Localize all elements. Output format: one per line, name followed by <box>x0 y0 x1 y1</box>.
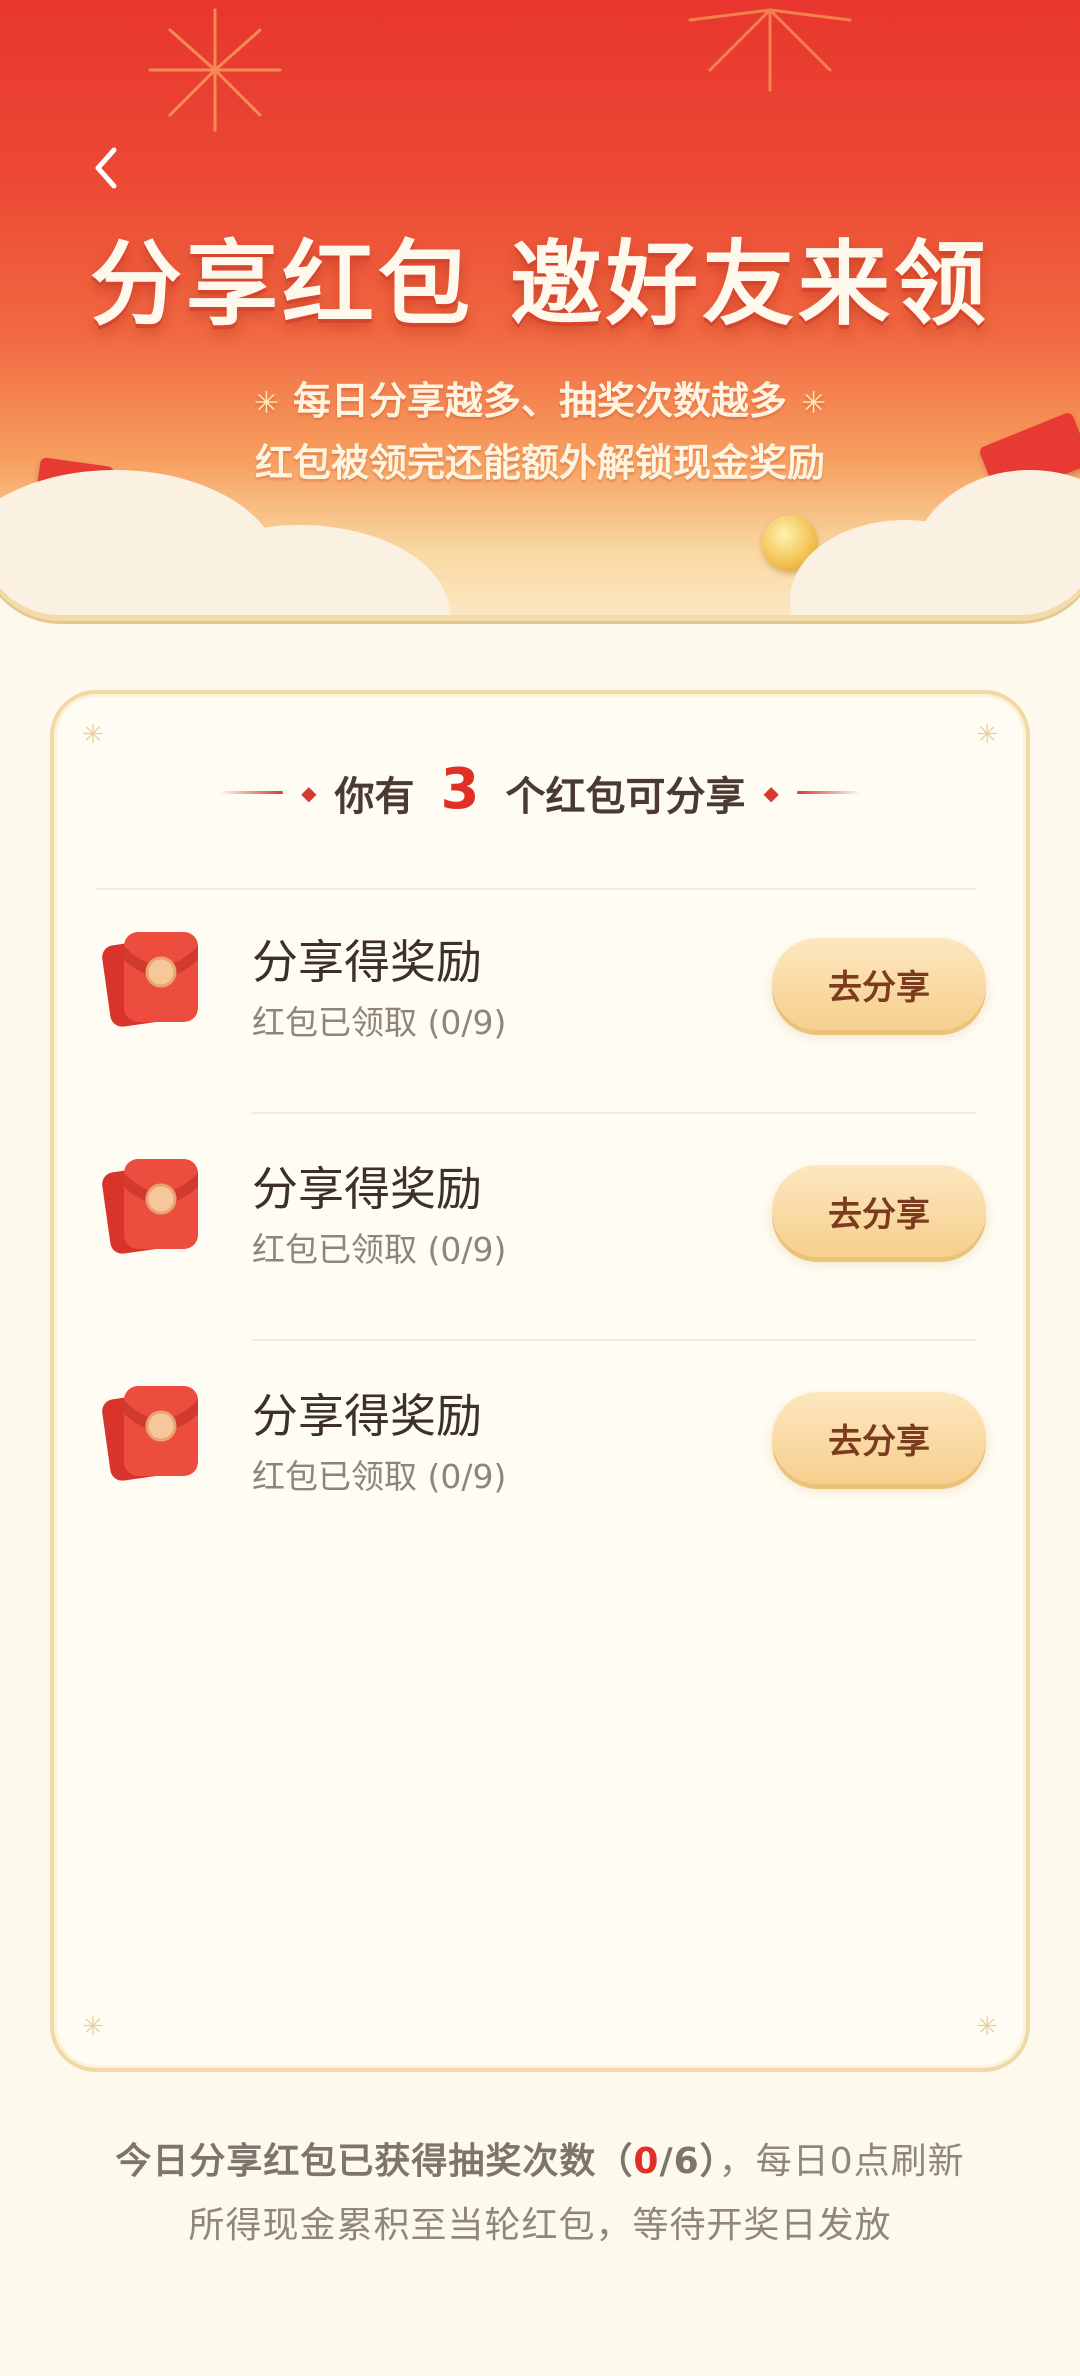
item-progress: 红包已领取 (0/9) <box>252 1457 507 1496</box>
list-item: 分享得奖励 红包已领取 (0/9) 去分享 <box>96 1125 986 1275</box>
corner-star-icon: ✳ <box>82 720 104 750</box>
packet-count: 3 <box>440 757 480 822</box>
red-packet-icon <box>102 932 198 1027</box>
footer-draw-total: /6） <box>659 2141 719 2182</box>
heading-decoration <box>219 791 284 794</box>
share-button[interactable]: 去分享 <box>772 938 986 1030</box>
item-title: 分享得奖励 <box>252 1162 482 1216</box>
red-packet-icon <box>102 1159 198 1254</box>
corner-star-icon: ✳ <box>82 2012 104 2042</box>
cloud-decoration <box>910 470 1080 615</box>
chevron-left-icon <box>95 147 117 189</box>
list-item: 分享得奖励 红包已领取 (0/9) 去分享 <box>96 1352 986 1502</box>
divider <box>252 1339 976 1341</box>
item-progress: 红包已领取 (0/9) <box>252 1003 507 1042</box>
list-item: 分享得奖励 红包已领取 (0/9) 去分享 <box>96 898 986 1048</box>
footer-refresh-note: ，每日0点刷新 <box>718 2141 965 2182</box>
diamond-icon: ◆ <box>763 780 779 805</box>
subtitle-line-1: ✳ 每日分享越多、抽奖次数越多 ✳ <box>253 379 827 423</box>
share-button[interactable]: 去分享 <box>772 1392 986 1484</box>
heading-decoration <box>796 791 861 794</box>
heading-prefix: 你有 <box>334 773 415 820</box>
divider <box>96 888 976 890</box>
footer-draw-label: 今日分享红包已获得抽奖次数（ <box>115 2141 634 2182</box>
subtitle-line-2: 红包被领完还能额外解锁现金奖励 <box>254 441 825 485</box>
firework-decoration <box>148 8 282 132</box>
diamond-icon: ◆ <box>301 780 317 805</box>
footer-line-1: 今日分享红包已获得抽奖次数（0/6），每日0点刷新 <box>0 2132 1080 2184</box>
item-progress: 红包已领取 (0/9) <box>252 1230 507 1269</box>
red-packet-icon <box>102 1386 198 1481</box>
sparkle-icon: ✳ <box>801 386 827 421</box>
firework-decoration <box>688 8 852 92</box>
corner-star-icon: ✳ <box>976 720 998 750</box>
page-title: 分享红包 邀好友来领 <box>89 231 991 338</box>
footer-line-2: 所得现金累积至当轮红包，等待开奖日发放 <box>188 2205 892 2246</box>
item-title: 分享得奖励 <box>252 1389 482 1443</box>
share-button[interactable]: 去分享 <box>772 1165 986 1257</box>
sparkle-icon: ✳ <box>253 386 279 421</box>
heading-suffix: 个红包可分享 <box>505 773 746 820</box>
card-heading: ◆ 你有 3 个红包可分享 ◆ <box>0 757 1080 825</box>
back-button[interactable] <box>78 140 134 196</box>
footer-draw-count: 0 <box>633 2141 660 2182</box>
item-title: 分享得奖励 <box>252 935 482 989</box>
corner-star-icon: ✳ <box>976 2012 998 2042</box>
divider <box>252 1112 976 1114</box>
